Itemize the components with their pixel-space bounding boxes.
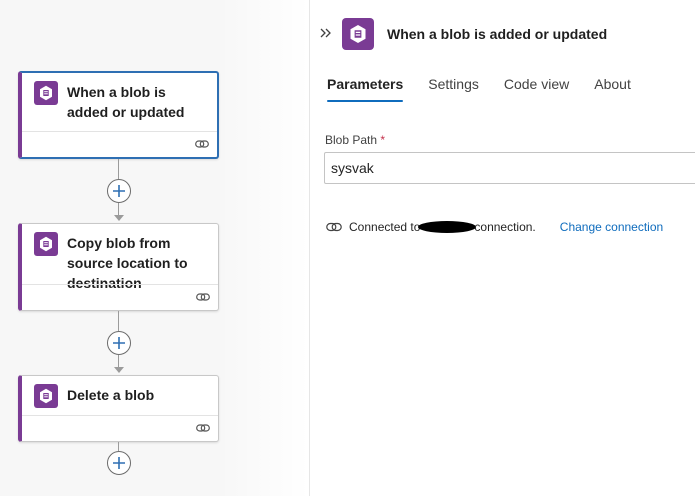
redacted-connection-name [418,221,477,233]
connector-arrow [114,215,124,221]
node-footer [22,131,217,157]
link-icon [195,140,209,148]
node-title: When a blob is added or updated [67,84,185,120]
connector-line [118,203,119,215]
change-connection-link[interactable]: Change connection [560,220,663,234]
link-icon [196,424,210,432]
connection-status: Connected to connection. Change connecti… [326,220,663,234]
details-panel: When a blob is added or updated Paramete… [309,0,695,496]
node-footer [22,284,218,310]
tab-settings[interactable]: Settings [428,76,479,102]
panel-title: When a blob is added or updated [387,26,608,42]
connection-suffix: connection. [474,220,536,234]
action-node-copy-blob[interactable]: Copy blob from source location to destin… [18,223,219,311]
azure-blob-storage-icon [34,81,58,105]
tab-parameters[interactable]: Parameters [327,76,404,102]
tab-code-view[interactable]: Code view [504,76,569,102]
action-node-delete-blob[interactable]: Delete a blob [18,375,219,442]
azure-blob-storage-icon [342,18,374,50]
connector-line [118,311,119,331]
connector-line [118,355,119,367]
connector-line [118,442,119,451]
required-marker: * [380,133,386,147]
blob-path-label: Blob Path * [325,133,385,147]
connector-line [118,159,119,179]
connection-prefix: Connected to [349,220,421,234]
workflow-canvas[interactable]: When a blob is added or updated Copy blo… [0,0,309,496]
tab-about[interactable]: About [594,76,631,102]
add-step-button[interactable] [107,451,131,475]
canvas-edge-fade [219,0,309,496]
add-step-button[interactable] [107,331,131,355]
link-icon [326,222,342,232]
node-title: Delete a blob [67,387,155,403]
add-step-button[interactable] [107,179,131,203]
collapse-panel-icon[interactable] [319,26,333,40]
azure-blob-storage-icon [34,384,58,408]
node-footer [22,415,218,441]
connector-arrow [114,367,124,373]
azure-blob-storage-icon [34,232,58,256]
link-icon [196,293,210,301]
blob-path-label-text: Blob Path [325,133,378,147]
panel-tabs: Parameters Settings Code view About [327,76,656,102]
blob-path-input[interactable] [324,152,695,184]
trigger-node-blob-added[interactable]: When a blob is added or updated [18,71,219,159]
